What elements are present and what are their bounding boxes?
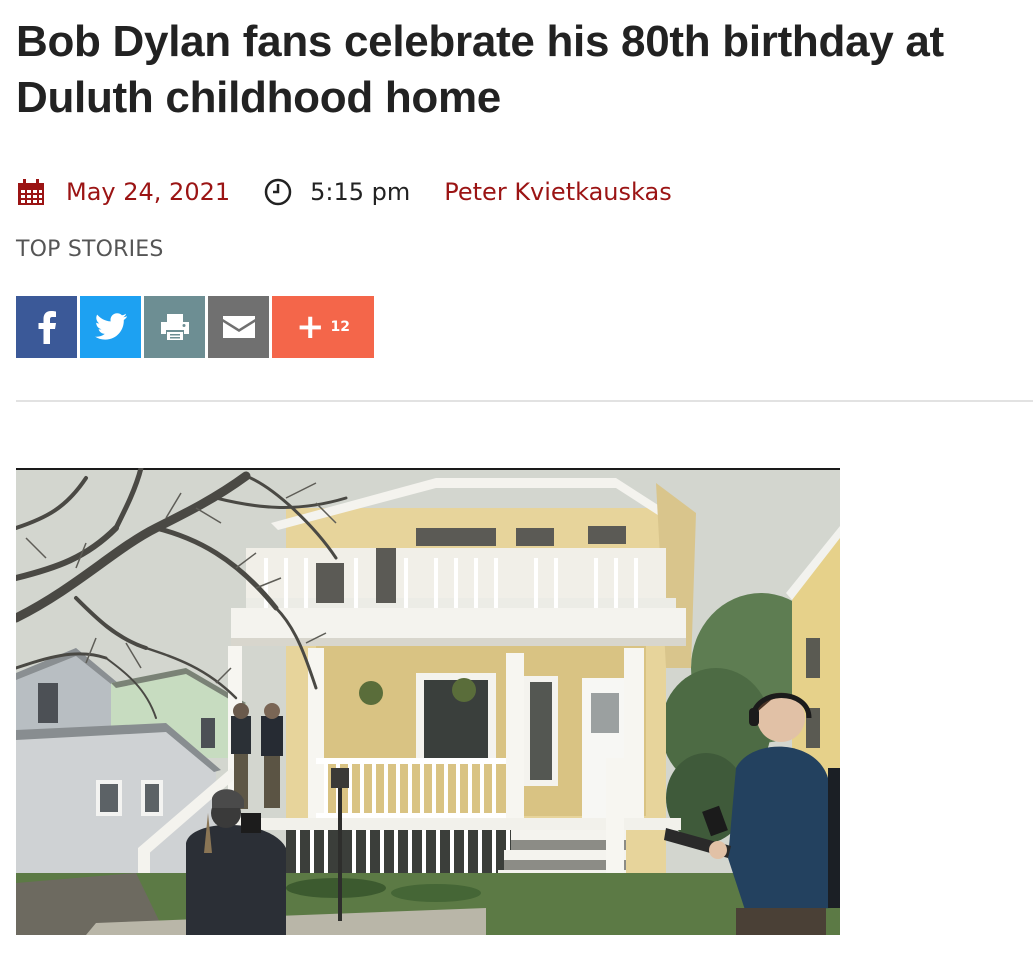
twitter-share-button[interactable] <box>80 296 141 358</box>
plus-icon: + <box>296 307 325 347</box>
share-bar: + 12 <box>16 296 377 358</box>
twitter-icon <box>94 313 127 340</box>
publish-time: 5:15 pm <box>310 178 411 206</box>
category-label[interactable]: TOP STORIES <box>16 237 164 262</box>
more-share-button[interactable]: + 12 <box>272 296 374 358</box>
print-button[interactable] <box>144 296 205 358</box>
author-link[interactable]: Peter Kvietkauskas <box>444 178 671 206</box>
share-count: 12 <box>330 319 350 335</box>
divider <box>16 400 1033 402</box>
email-icon <box>222 316 255 338</box>
clock-icon <box>264 178 292 206</box>
email-share-button[interactable] <box>208 296 269 358</box>
facebook-share-button[interactable] <box>16 296 77 358</box>
publish-date: May 24, 2021 <box>66 178 231 206</box>
article-meta: May 24, 2021 5:15 pm Peter Kvietkauskas <box>16 172 672 212</box>
calendar-icon <box>18 179 44 205</box>
article-title: Bob Dylan fans celebrate his 80th birthd… <box>16 17 944 122</box>
print-icon <box>160 314 189 340</box>
facebook-icon <box>38 311 56 344</box>
article-photo[interactable] <box>16 468 840 935</box>
